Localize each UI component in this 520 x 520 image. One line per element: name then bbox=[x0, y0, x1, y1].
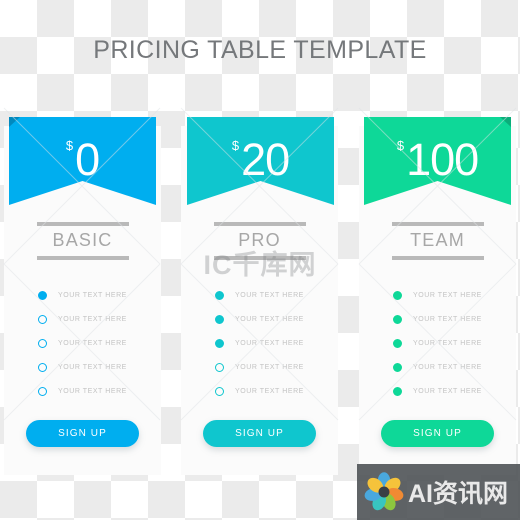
badge-label: AI资讯网 bbox=[408, 480, 509, 508]
feature-bullet-icon bbox=[393, 386, 402, 396]
plan-name: TEAM bbox=[410, 230, 465, 250]
feature-item[interactable]: YOUR TEXT HERE bbox=[359, 331, 516, 355]
feature-bullet-icon bbox=[393, 290, 402, 300]
feature-bullet-icon bbox=[38, 314, 47, 324]
feature-bullet-icon bbox=[393, 314, 402, 324]
feature-item[interactable]: YOUR TEXT HERE bbox=[4, 355, 161, 379]
feature-item[interactable]: YOUR TEXT HERE bbox=[359, 283, 516, 307]
feature-bullet-icon bbox=[38, 338, 47, 348]
feature-bullet-icon bbox=[215, 290, 224, 300]
feature-label: YOUR TEXT HERE bbox=[58, 339, 127, 347]
feature-label: YOUR TEXT HERE bbox=[58, 291, 127, 299]
feature-bullet-icon bbox=[215, 314, 224, 324]
divider-bottom bbox=[213, 256, 306, 260]
plan-name-block-team: TEAM bbox=[359, 222, 516, 260]
feature-bullet-icon bbox=[38, 386, 47, 396]
feature-item[interactable]: YOUR TEXT HERE bbox=[4, 379, 161, 403]
price-ribbon-pro: $ 20 bbox=[187, 113, 334, 218]
feature-item[interactable]: YOUR TEXT HERE bbox=[181, 283, 338, 307]
feature-item[interactable]: YOUR TEXT HERE bbox=[4, 331, 161, 355]
sign-up-button-pro[interactable]: SIGN UP bbox=[203, 420, 316, 447]
feature-label: YOUR TEXT HERE bbox=[235, 363, 304, 371]
feature-list-basic: YOUR TEXT HERE YOUR TEXT HERE YOUR TEXT … bbox=[4, 283, 161, 403]
plan-name: BASIC bbox=[52, 230, 113, 250]
feature-label: YOUR TEXT HERE bbox=[413, 387, 482, 395]
feature-item[interactable]: YOUR TEXT HERE bbox=[181, 355, 338, 379]
feature-label: YOUR TEXT HERE bbox=[413, 291, 482, 299]
plan-name: PRO bbox=[238, 230, 281, 250]
feature-bullet-icon bbox=[393, 338, 402, 348]
feature-label: YOUR TEXT HERE bbox=[235, 291, 304, 299]
price-ribbon-team: $ 100 bbox=[364, 113, 511, 218]
feature-bullet-icon bbox=[215, 362, 224, 372]
feature-label: YOUR TEXT HERE bbox=[235, 315, 304, 323]
site-watermark-badge: AI资讯网 bbox=[357, 464, 520, 520]
pricing-table-canvas: PRICING TABLE TEMPLATE $ 0 BASIC YOUR TE… bbox=[0, 0, 520, 520]
feature-item[interactable]: YOUR TEXT HERE bbox=[4, 283, 161, 307]
feature-list-pro: YOUR TEXT HERE YOUR TEXT HERE YOUR TEXT … bbox=[181, 283, 338, 403]
sign-up-button-basic[interactable]: SIGN UP bbox=[26, 420, 139, 447]
feature-item[interactable]: YOUR TEXT HERE bbox=[359, 379, 516, 403]
divider-bottom bbox=[391, 256, 484, 260]
sign-up-button-team[interactable]: SIGN UP bbox=[381, 420, 494, 447]
feature-label: YOUR TEXT HERE bbox=[413, 339, 482, 347]
plan-name-block-pro: PRO bbox=[181, 222, 338, 260]
feature-bullet-icon bbox=[38, 290, 47, 300]
feature-label: YOUR TEXT HERE bbox=[413, 315, 482, 323]
feature-label: YOUR TEXT HERE bbox=[235, 387, 304, 395]
feature-label: YOUR TEXT HERE bbox=[58, 387, 127, 395]
feature-item[interactable]: YOUR TEXT HERE bbox=[181, 379, 338, 403]
feature-label: YOUR TEXT HERE bbox=[413, 363, 482, 371]
feature-item[interactable]: YOUR TEXT HERE bbox=[181, 331, 338, 355]
feature-label: YOUR TEXT HERE bbox=[58, 315, 127, 323]
feature-bullet-icon bbox=[215, 386, 224, 396]
feature-item[interactable]: YOUR TEXT HERE bbox=[359, 355, 516, 379]
feature-label: YOUR TEXT HERE bbox=[235, 339, 304, 347]
feature-item[interactable]: YOUR TEXT HERE bbox=[4, 307, 161, 331]
feature-bullet-icon bbox=[215, 338, 224, 348]
plan-name-block-basic: BASIC bbox=[4, 222, 161, 260]
feature-list-team: YOUR TEXT HERE YOUR TEXT HERE YOUR TEXT … bbox=[359, 283, 516, 403]
page-title: PRICING TABLE TEMPLATE bbox=[93, 36, 427, 64]
feature-bullet-icon bbox=[38, 362, 47, 372]
price-ribbon-basic: $ 0 bbox=[9, 113, 156, 218]
feature-item[interactable]: YOUR TEXT HERE bbox=[181, 307, 338, 331]
feature-bullet-icon bbox=[393, 362, 402, 372]
feature-label: YOUR TEXT HERE bbox=[58, 363, 127, 371]
divider-bottom bbox=[36, 256, 129, 260]
flower-logo-icon bbox=[364, 472, 404, 511]
feature-item[interactable]: YOUR TEXT HERE bbox=[359, 307, 516, 331]
